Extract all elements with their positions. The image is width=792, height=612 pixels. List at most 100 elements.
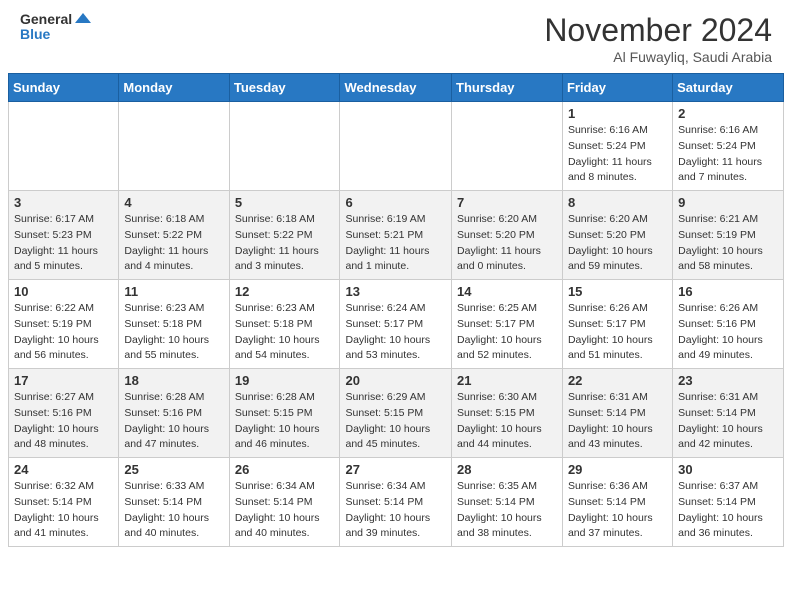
day-number: 22 bbox=[568, 373, 667, 388]
daylight-text: Daylight: 10 hours and 53 minutes. bbox=[345, 334, 430, 362]
daylight-text: Daylight: 10 hours and 37 minutes. bbox=[568, 512, 653, 540]
calendar-cell: 16 Sunrise: 6:26 AM Sunset: 5:16 PM Dayl… bbox=[673, 280, 784, 369]
day-info: Sunrise: 6:26 AM Sunset: 5:17 PM Dayligh… bbox=[568, 301, 667, 364]
calendar-cell: 20 Sunrise: 6:29 AM Sunset: 5:15 PM Dayl… bbox=[340, 369, 452, 458]
calendar-cell: 10 Sunrise: 6:22 AM Sunset: 5:19 PM Dayl… bbox=[9, 280, 119, 369]
sunset-text: Sunset: 5:24 PM bbox=[678, 140, 756, 152]
day-number: 17 bbox=[14, 373, 113, 388]
sunrise-text: Sunrise: 6:23 AM bbox=[124, 302, 204, 314]
sunset-text: Sunset: 5:20 PM bbox=[457, 229, 535, 241]
day-info: Sunrise: 6:22 AM Sunset: 5:19 PM Dayligh… bbox=[14, 301, 113, 364]
day-info: Sunrise: 6:30 AM Sunset: 5:15 PM Dayligh… bbox=[457, 390, 557, 453]
calendar-cell: 24 Sunrise: 6:32 AM Sunset: 5:14 PM Dayl… bbox=[9, 458, 119, 547]
day-number: 3 bbox=[14, 195, 113, 210]
week-row-1: 1 Sunrise: 6:16 AM Sunset: 5:24 PM Dayli… bbox=[9, 102, 784, 191]
sunrise-text: Sunrise: 6:34 AM bbox=[235, 480, 315, 492]
sunset-text: Sunset: 5:15 PM bbox=[235, 407, 313, 419]
month-title: November 2024 bbox=[544, 12, 772, 49]
sunrise-text: Sunrise: 6:33 AM bbox=[124, 480, 204, 492]
sunset-text: Sunset: 5:14 PM bbox=[124, 496, 202, 508]
calendar-cell: 15 Sunrise: 6:26 AM Sunset: 5:17 PM Dayl… bbox=[562, 280, 672, 369]
location-subtitle: Al Fuwayliq, Saudi Arabia bbox=[544, 49, 772, 65]
calendar-cell: 26 Sunrise: 6:34 AM Sunset: 5:14 PM Dayl… bbox=[229, 458, 340, 547]
day-number: 7 bbox=[457, 195, 557, 210]
daylight-text: Daylight: 10 hours and 52 minutes. bbox=[457, 334, 542, 362]
sunrise-text: Sunrise: 6:23 AM bbox=[235, 302, 315, 314]
sunset-text: Sunset: 5:17 PM bbox=[345, 318, 423, 330]
daylight-text: Daylight: 11 hours and 4 minutes. bbox=[124, 245, 208, 273]
day-number: 21 bbox=[457, 373, 557, 388]
page-header: General Blue November 2024 Al Fuwayliq, … bbox=[0, 0, 792, 73]
calendar-cell: 8 Sunrise: 6:20 AM Sunset: 5:20 PM Dayli… bbox=[562, 191, 672, 280]
daylight-text: Daylight: 11 hours and 3 minutes. bbox=[235, 245, 319, 273]
day-number: 18 bbox=[124, 373, 223, 388]
calendar-cell: 1 Sunrise: 6:16 AM Sunset: 5:24 PM Dayli… bbox=[562, 102, 672, 191]
calendar-cell: 21 Sunrise: 6:30 AM Sunset: 5:15 PM Dayl… bbox=[452, 369, 563, 458]
calendar-cell: 23 Sunrise: 6:31 AM Sunset: 5:14 PM Dayl… bbox=[673, 369, 784, 458]
day-number: 26 bbox=[235, 462, 335, 477]
calendar-cell bbox=[119, 102, 229, 191]
daylight-text: Daylight: 10 hours and 41 minutes. bbox=[14, 512, 99, 540]
col-wednesday: Wednesday bbox=[340, 74, 452, 102]
col-tuesday: Tuesday bbox=[229, 74, 340, 102]
sunset-text: Sunset: 5:16 PM bbox=[124, 407, 202, 419]
calendar-cell: 30 Sunrise: 6:37 AM Sunset: 5:14 PM Dayl… bbox=[673, 458, 784, 547]
week-row-4: 17 Sunrise: 6:27 AM Sunset: 5:16 PM Dayl… bbox=[9, 369, 784, 458]
day-number: 20 bbox=[345, 373, 446, 388]
sunset-text: Sunset: 5:18 PM bbox=[124, 318, 202, 330]
calendar-cell: 12 Sunrise: 6:23 AM Sunset: 5:18 PM Dayl… bbox=[229, 280, 340, 369]
day-number: 9 bbox=[678, 195, 778, 210]
sunset-text: Sunset: 5:17 PM bbox=[568, 318, 646, 330]
calendar-cell: 25 Sunrise: 6:33 AM Sunset: 5:14 PM Dayl… bbox=[119, 458, 229, 547]
day-info: Sunrise: 6:34 AM Sunset: 5:14 PM Dayligh… bbox=[235, 479, 335, 542]
sunrise-text: Sunrise: 6:20 AM bbox=[568, 213, 648, 225]
sunrise-text: Sunrise: 6:21 AM bbox=[678, 213, 758, 225]
daylight-text: Daylight: 10 hours and 49 minutes. bbox=[678, 334, 763, 362]
day-number: 16 bbox=[678, 284, 778, 299]
day-info: Sunrise: 6:19 AM Sunset: 5:21 PM Dayligh… bbox=[345, 212, 446, 275]
sunrise-text: Sunrise: 6:25 AM bbox=[457, 302, 537, 314]
day-info: Sunrise: 6:20 AM Sunset: 5:20 PM Dayligh… bbox=[568, 212, 667, 275]
col-thursday: Thursday bbox=[452, 74, 563, 102]
sunrise-text: Sunrise: 6:26 AM bbox=[568, 302, 648, 314]
sunset-text: Sunset: 5:22 PM bbox=[124, 229, 202, 241]
daylight-text: Daylight: 11 hours and 5 minutes. bbox=[14, 245, 98, 273]
sunset-text: Sunset: 5:23 PM bbox=[14, 229, 92, 241]
day-info: Sunrise: 6:29 AM Sunset: 5:15 PM Dayligh… bbox=[345, 390, 446, 453]
logo-blue-text: Blue bbox=[20, 27, 91, 42]
day-info: Sunrise: 6:35 AM Sunset: 5:14 PM Dayligh… bbox=[457, 479, 557, 542]
daylight-text: Daylight: 11 hours and 8 minutes. bbox=[568, 156, 652, 184]
col-sunday: Sunday bbox=[9, 74, 119, 102]
sunrise-text: Sunrise: 6:27 AM bbox=[14, 391, 94, 403]
day-number: 24 bbox=[14, 462, 113, 477]
day-number: 27 bbox=[345, 462, 446, 477]
calendar-cell: 11 Sunrise: 6:23 AM Sunset: 5:18 PM Dayl… bbox=[119, 280, 229, 369]
calendar-cell bbox=[452, 102, 563, 191]
sunset-text: Sunset: 5:20 PM bbox=[568, 229, 646, 241]
daylight-text: Daylight: 10 hours and 47 minutes. bbox=[124, 423, 209, 451]
day-info: Sunrise: 6:23 AM Sunset: 5:18 PM Dayligh… bbox=[124, 301, 223, 364]
calendar-cell: 7 Sunrise: 6:20 AM Sunset: 5:20 PM Dayli… bbox=[452, 191, 563, 280]
sunset-text: Sunset: 5:14 PM bbox=[568, 496, 646, 508]
calendar-table: Sunday Monday Tuesday Wednesday Thursday… bbox=[8, 73, 784, 547]
calendar-cell: 6 Sunrise: 6:19 AM Sunset: 5:21 PM Dayli… bbox=[340, 191, 452, 280]
sunrise-text: Sunrise: 6:22 AM bbox=[14, 302, 94, 314]
sunrise-text: Sunrise: 6:28 AM bbox=[124, 391, 204, 403]
day-info: Sunrise: 6:24 AM Sunset: 5:17 PM Dayligh… bbox=[345, 301, 446, 364]
logo: General Blue bbox=[20, 12, 91, 43]
sunset-text: Sunset: 5:14 PM bbox=[678, 496, 756, 508]
sunrise-text: Sunrise: 6:19 AM bbox=[345, 213, 425, 225]
sunrise-text: Sunrise: 6:17 AM bbox=[14, 213, 94, 225]
day-info: Sunrise: 6:25 AM Sunset: 5:17 PM Dayligh… bbox=[457, 301, 557, 364]
daylight-text: Daylight: 10 hours and 54 minutes. bbox=[235, 334, 320, 362]
calendar-cell: 22 Sunrise: 6:31 AM Sunset: 5:14 PM Dayl… bbox=[562, 369, 672, 458]
daylight-text: Daylight: 10 hours and 45 minutes. bbox=[345, 423, 430, 451]
sunset-text: Sunset: 5:14 PM bbox=[235, 496, 313, 508]
day-info: Sunrise: 6:18 AM Sunset: 5:22 PM Dayligh… bbox=[235, 212, 335, 275]
sunrise-text: Sunrise: 6:18 AM bbox=[124, 213, 204, 225]
col-saturday: Saturday bbox=[673, 74, 784, 102]
calendar-wrapper: Sunday Monday Tuesday Wednesday Thursday… bbox=[0, 73, 792, 555]
day-number: 5 bbox=[235, 195, 335, 210]
calendar-cell: 28 Sunrise: 6:35 AM Sunset: 5:14 PM Dayl… bbox=[452, 458, 563, 547]
calendar-cell bbox=[9, 102, 119, 191]
